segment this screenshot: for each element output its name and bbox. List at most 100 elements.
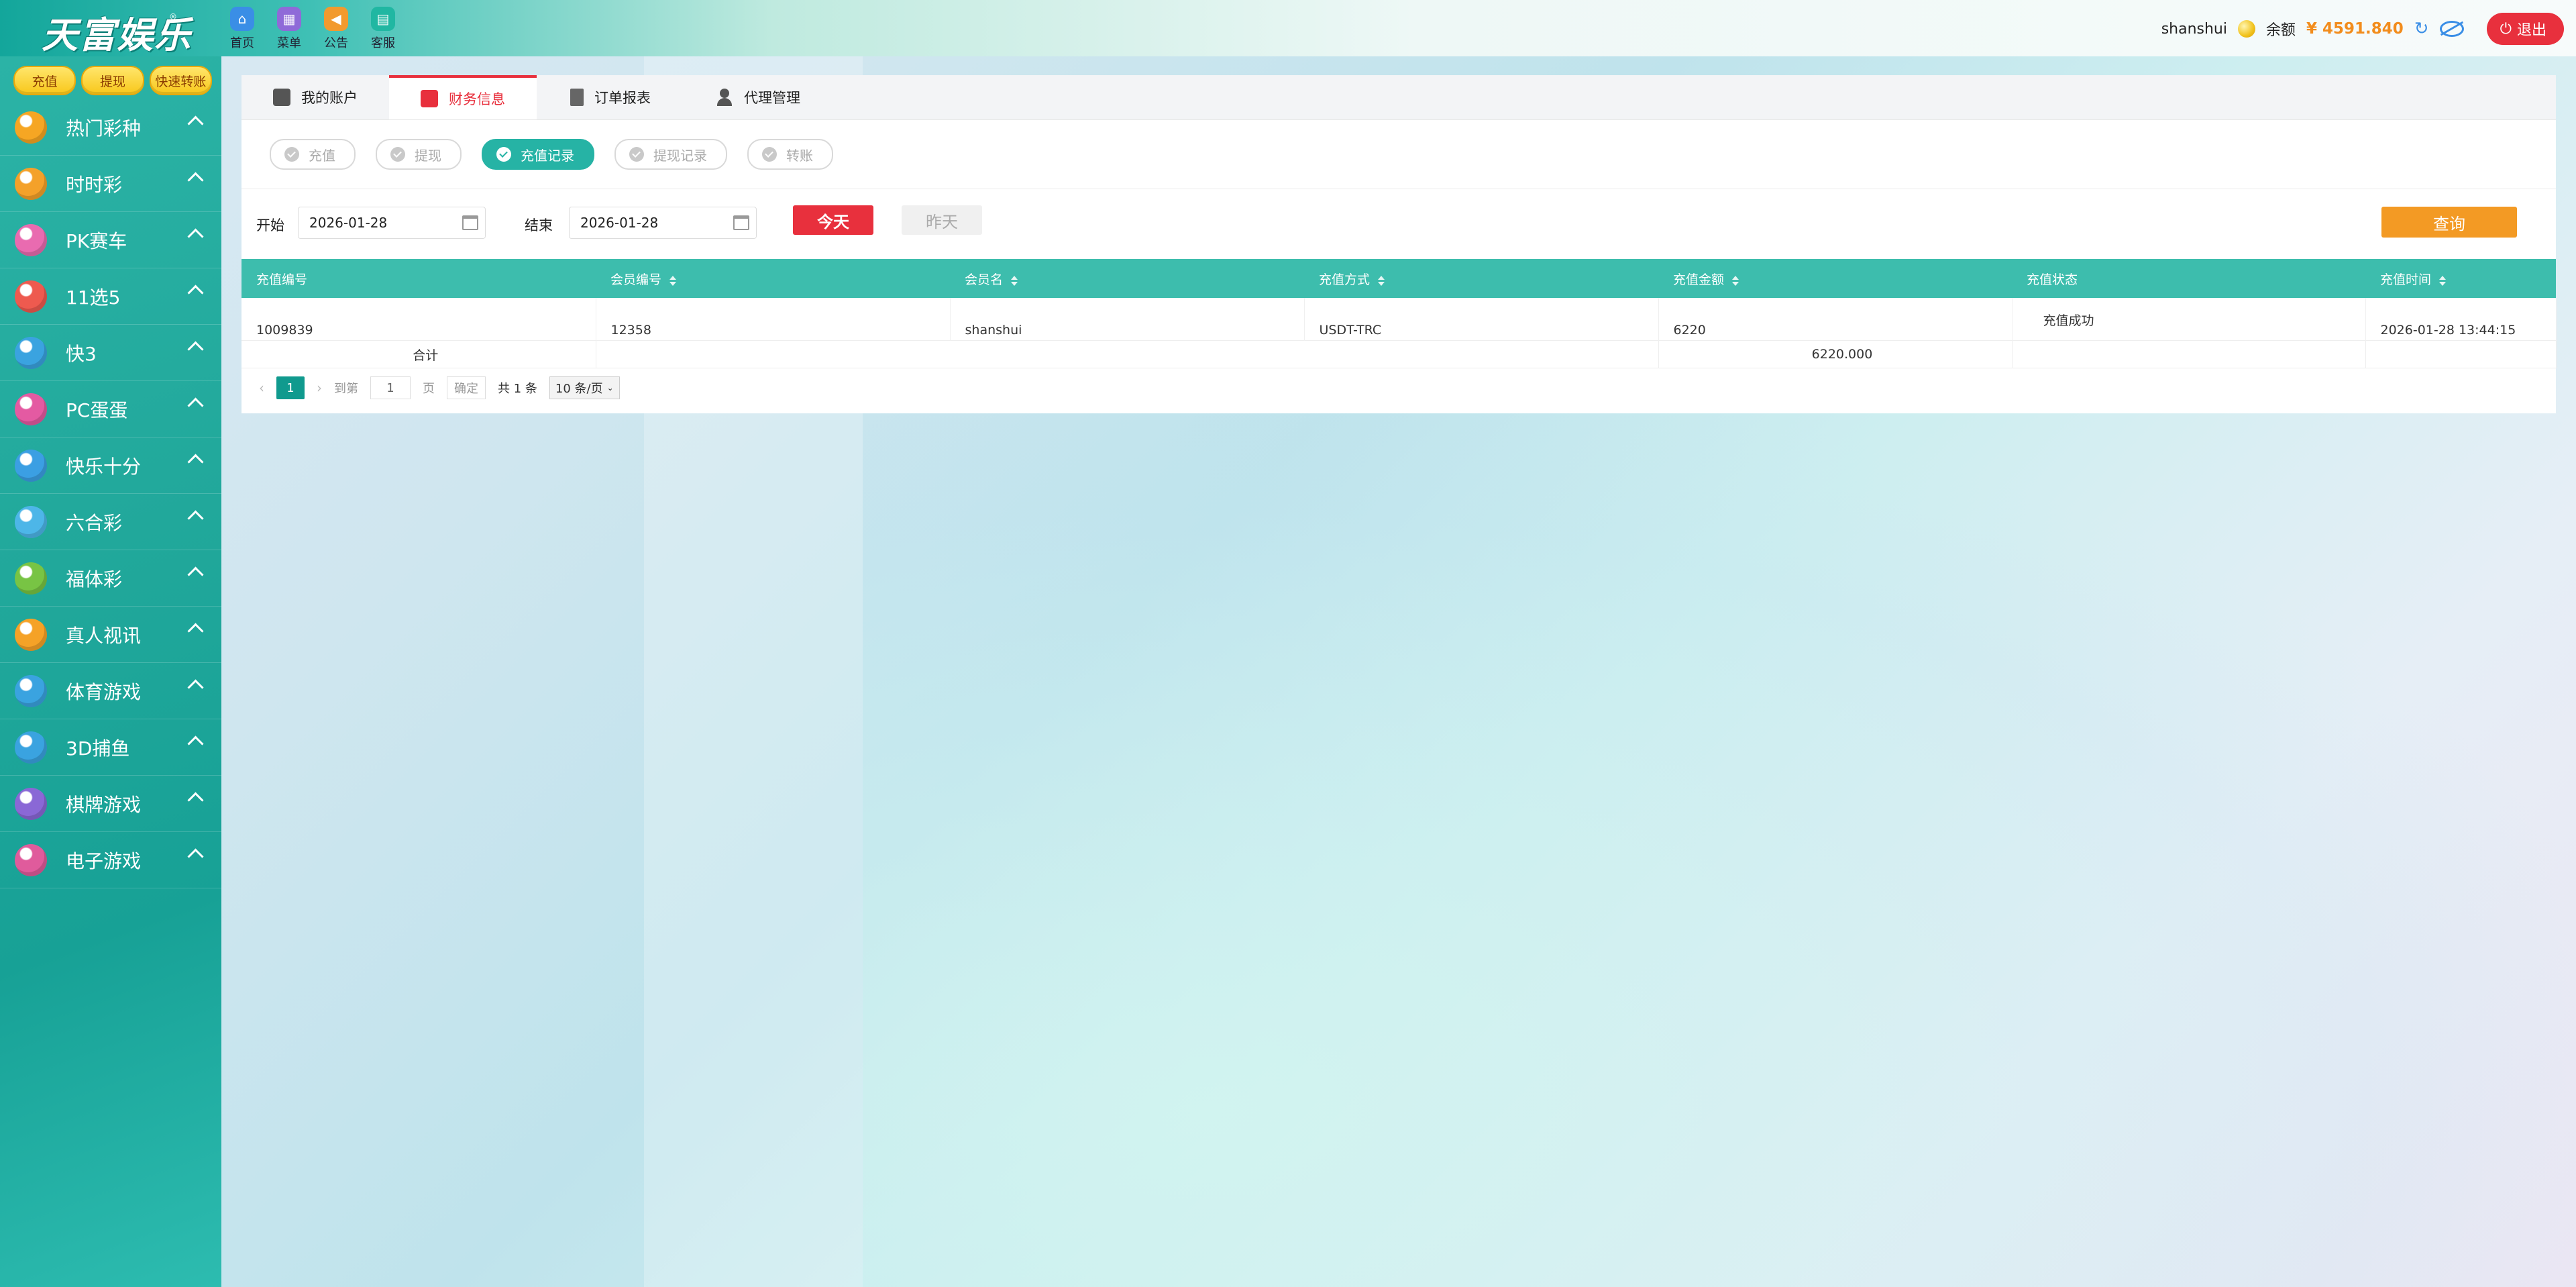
coin-icon	[2237, 20, 2255, 38]
page-size-value: 10 条/页	[555, 382, 603, 396]
cell-status: 充值成功	[2012, 298, 2366, 341]
sort-icon[interactable]	[1378, 275, 1385, 286]
subtab-withdraw-label: 提现	[415, 147, 441, 164]
sort-icon[interactable]	[2439, 275, 2447, 286]
cell-amount: 6220	[1658, 298, 2012, 341]
subtab-deposit-label: 充值	[309, 147, 335, 164]
chevron-up-icon[interactable]	[187, 341, 204, 358]
sidebar-item-label: PK赛车	[66, 229, 127, 252]
sidebar-item-label: 六合彩	[66, 511, 123, 534]
nav-menu-label: 菜单	[277, 36, 301, 50]
sidebar-item[interactable]: 电子游戏	[0, 832, 221, 888]
quick-withdraw-button[interactable]: 提现	[81, 66, 144, 95]
chevron-up-icon[interactable]	[187, 623, 204, 639]
hot-ball-icon	[15, 111, 47, 144]
sidebar-item-label: 快3	[66, 342, 97, 365]
nav-service[interactable]: ▤ 客服	[366, 7, 400, 51]
sidebar-item-label: 3D捕鱼	[66, 737, 130, 760]
prev-page-icon[interactable]: ‹	[259, 380, 264, 396]
chevron-up-icon[interactable]	[187, 848, 204, 865]
subtab-deposit[interactable]: 充值	[270, 139, 356, 170]
nav-home[interactable]: ⌂ 首页	[225, 7, 259, 51]
query-button[interactable]: 查询	[2381, 207, 2517, 238]
yesterday-button[interactable]: 昨天	[902, 205, 982, 235]
sidebar-item-label: 电子游戏	[66, 850, 142, 872]
chevron-up-icon[interactable]	[187, 454, 204, 470]
page-size-select[interactable]: 10 条/页 ⌄	[549, 376, 620, 399]
balance-label: 余额	[2265, 22, 2296, 39]
tab-agent-label: 代理管理	[744, 90, 800, 106]
sidebar-item[interactable]: 六合彩	[0, 494, 221, 550]
subtab-transfer[interactable]: 转账	[747, 139, 833, 170]
sort-icon[interactable]	[1732, 275, 1739, 286]
summary-empty	[2012, 340, 2366, 368]
sort-icon[interactable]	[669, 275, 677, 286]
chevron-up-icon[interactable]	[187, 510, 204, 527]
sidebar-item[interactable]: 快3	[0, 325, 221, 381]
sidebar-item[interactable]: 体育游戏	[0, 663, 221, 719]
column-header[interactable]: 充值时间	[2365, 259, 2556, 298]
end-date-value: 2026-01-28	[580, 215, 659, 231]
finance-subtabs: 充值 提现 充值记录 提现记录 转账	[241, 120, 2556, 189]
column-header: 充值状态	[2012, 259, 2365, 298]
sidebar-item[interactable]: 时时彩	[0, 156, 221, 212]
sidebar-item[interactable]: 3D捕鱼	[0, 719, 221, 776]
date-filter: 开始 2026-01-28 结束 2026-01-28 今天 昨天 查询	[241, 189, 2556, 259]
subtab-withdraw-records[interactable]: 提现记录	[614, 139, 727, 170]
sidebar-item[interactable]: 真人视讯	[0, 607, 221, 663]
sidebar-item[interactable]: 福体彩	[0, 550, 221, 607]
gift-icon	[421, 90, 438, 107]
chevron-up-icon[interactable]	[187, 228, 204, 245]
top-header: 天富娱乐 ® ⌂ 首页 ▦ 菜单 ◀ 公告 ▤ 客服 shanshui 余额 ¥…	[0, 0, 2576, 56]
quick-deposit-button[interactable]: 充值	[13, 66, 76, 95]
sidebar-item-label: 快乐十分	[66, 455, 142, 478]
end-date-input[interactable]: 2026-01-28	[569, 207, 757, 239]
nav-menu[interactable]: ▦ 菜单	[272, 7, 306, 51]
user-bar: shanshui 余额 ¥ 4591.840 ↻ ⏻ 退出	[2161, 12, 2576, 46]
sidebar-item[interactable]: PC蛋蛋	[0, 381, 221, 437]
chevron-up-icon[interactable]	[187, 792, 204, 809]
sidebar-item[interactable]: PK赛车	[0, 212, 221, 268]
deposit-records-table: 充值编号 会员编号 会员名 充值方式 充值金额 充值状态 充值时间 100983…	[241, 259, 2557, 368]
sidebar-item[interactable]: 棋牌游戏	[0, 776, 221, 832]
chevron-up-icon[interactable]	[187, 397, 204, 414]
chevron-up-icon[interactable]	[187, 172, 204, 189]
column-header[interactable]: 充值方式	[1304, 259, 1658, 298]
table-row: 1009839 12358 shanshui USDT-TRC 6220 充值成…	[241, 298, 2557, 341]
column-header: 充值编号	[241, 259, 596, 298]
tab-order-report[interactable]: 订单报表	[537, 75, 684, 119]
sidebar-item[interactable]: 快乐十分	[0, 437, 221, 494]
tab-finance[interactable]: 财务信息	[389, 75, 537, 119]
sidebar-item[interactable]: 11选5	[0, 268, 221, 325]
page-number-current[interactable]: 1	[276, 376, 305, 399]
refresh-icon[interactable]: ↻	[2414, 19, 2429, 39]
goto-page-input[interactable]: 1	[370, 376, 411, 399]
logout-button[interactable]: ⏻ 退出	[2486, 13, 2564, 45]
fishing-ball-icon	[15, 731, 47, 764]
today-button[interactable]: 今天	[793, 205, 873, 235]
pagination: ‹ 1 › 到第 1 页 确定 共 1 条 10 条/页 ⌄	[241, 368, 2556, 407]
subtab-withdraw[interactable]: 提现	[376, 139, 462, 170]
chevron-up-icon[interactable]	[187, 285, 204, 301]
cell-member-id: 12358	[596, 298, 951, 341]
nav-notice[interactable]: ◀ 公告	[319, 7, 353, 51]
quick-transfer-button[interactable]: 快速转账	[149, 66, 212, 95]
chevron-up-icon[interactable]	[187, 679, 204, 696]
summary-label: 合计	[241, 340, 596, 368]
goto-confirm-button[interactable]: 确定	[447, 376, 486, 399]
hide-balance-icon[interactable]	[2439, 21, 2464, 37]
column-header[interactable]: 会员名	[950, 259, 1304, 298]
chevron-up-icon[interactable]	[187, 115, 204, 132]
column-header[interactable]: 充值金额	[1658, 259, 2012, 298]
chevron-up-icon[interactable]	[187, 735, 204, 752]
sort-icon[interactable]	[1011, 275, 1018, 286]
tab-agent[interactable]: 代理管理	[684, 75, 832, 119]
column-header[interactable]: 会员编号	[596, 259, 950, 298]
next-page-icon[interactable]: ›	[317, 380, 322, 396]
sidebar-item[interactable]: 热门彩种	[0, 99, 221, 156]
pc-ball-icon	[15, 393, 47, 425]
chevron-up-icon[interactable]	[187, 566, 204, 583]
start-date-input[interactable]: 2026-01-28	[298, 207, 486, 239]
tab-my-account[interactable]: 我的账户	[241, 75, 389, 119]
subtab-deposit-records[interactable]: 充值记录	[482, 139, 594, 170]
